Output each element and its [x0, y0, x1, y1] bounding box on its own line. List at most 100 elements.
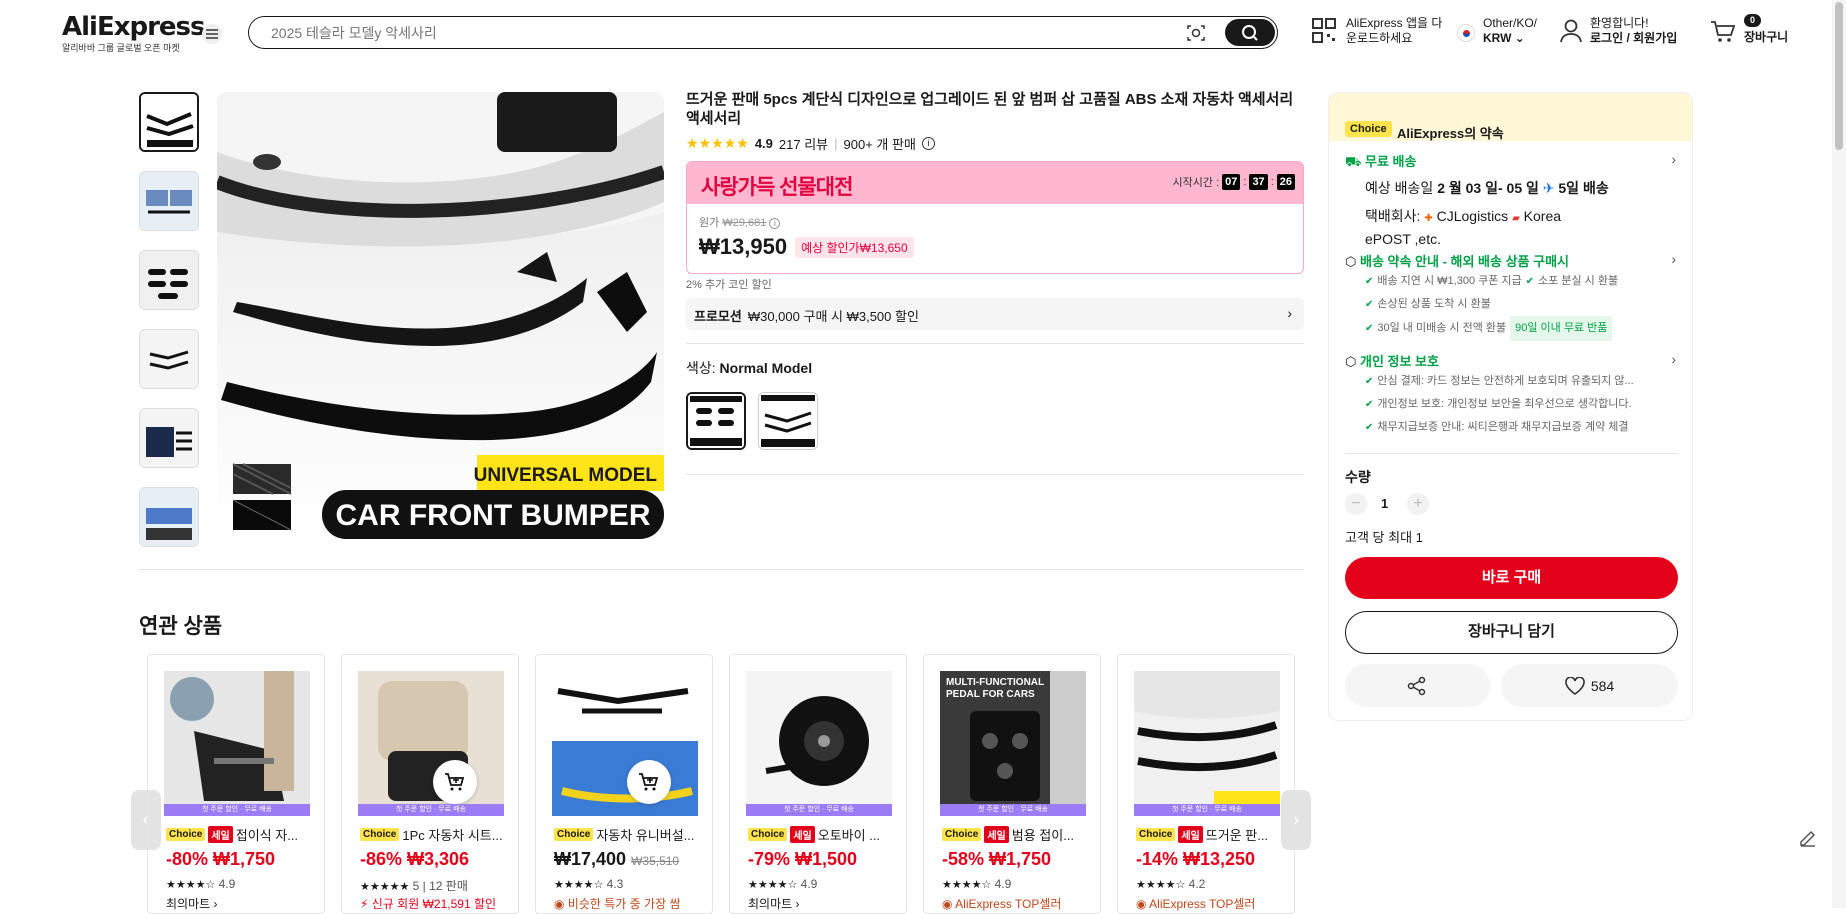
- camera-search-icon[interactable]: [1185, 22, 1207, 44]
- color-value: Normal Model: [719, 360, 813, 376]
- buy-now-button[interactable]: 바로 구매: [1345, 557, 1678, 599]
- product-rating: ★★★★☆ 4.3: [554, 877, 624, 891]
- product-title: 뜨거운 판매 5pcs 계단식 디자인으로 업그레이드 된 앞 범퍼 삽 고품질…: [686, 91, 1294, 127]
- product-card[interactable]: 첫 주문 할인 · 무료 배송 Choice 세일 오토바이 ... -79% ₩1…: [729, 654, 907, 914]
- original-price: ₩29,681: [722, 217, 767, 229]
- add-to-cart-icon[interactable]: [627, 760, 671, 804]
- thumbnail-list: [139, 92, 201, 566]
- app-download[interactable]: AliExpress 앱을 다 운로드하세요: [1312, 16, 1442, 46]
- privacy-section[interactable]: ⬡ 개인 정보 보호 › ✔ 안심 결제: 카드 정보는 안전하게 보호되며 유출…: [1345, 351, 1680, 439]
- qr-code-icon: [1312, 18, 1336, 43]
- header: AliExpress 알리바바 그룹 글로벌 오픈 마켓 AliExpress …: [0, 0, 1846, 64]
- timer-label: 시작시간 :: [1172, 177, 1220, 189]
- privacy-item: ✔ 안심 결제: 카드 정보는 안전하게 보호되며 유출되지 않...: [1365, 375, 1634, 387]
- share-button[interactable]: [1345, 664, 1490, 707]
- image-text-bottom: CAR FRONT BUMPER: [336, 499, 651, 532]
- product-card[interactable]: 첫 주문 할인 · 무료 배송 Choice 세일 접이식 자... -80% ₩1…: [147, 654, 325, 914]
- region-selector[interactable]: Other/KO/ KRW ⌄: [1457, 16, 1537, 46]
- promo-banner: 사랑가득 선물대전 시작시간 : 07: 37: 26: [687, 162, 1303, 204]
- edit-icon[interactable]: [1797, 826, 1819, 848]
- variant-option-2[interactable]: [758, 392, 818, 450]
- truck-icon: ⛟: [1345, 154, 1362, 169]
- guarantee-item: ✔ 배송 지연 시 ₩1,300 쿠폰 지급 ✔ 소포 분실 시 환불: [1365, 275, 1619, 287]
- product-title: Choice 세일 접이식 자...: [166, 825, 316, 844]
- cart[interactable]: 0 장바구니: [1710, 14, 1788, 45]
- product-price: -80% ₩1,750: [166, 849, 276, 869]
- related-products-title: 연관 상품: [139, 615, 223, 638]
- timer-seconds: 26: [1276, 174, 1295, 190]
- aliexpress-logo[interactable]: AliExpress 알리바바 그룹 글로벌 오픈 마켓: [62, 12, 205, 54]
- product-extra: 최의마트 ›: [166, 897, 218, 911]
- quantity-value[interactable]: 1: [1381, 496, 1388, 511]
- wishlist-button[interactable]: 584: [1501, 664, 1678, 707]
- rating-value: 4.9: [754, 136, 773, 151]
- product-price: -86% ₩3,306: [360, 849, 470, 869]
- divider: [139, 569, 1304, 570]
- delivery-guarantee-section[interactable]: ⬡ 배송 약속 안내 - 해외 배송 상품 구매시 › ✔ 배송 지연 시 ₩1,…: [1345, 251, 1680, 341]
- thumbnail[interactable]: [139, 487, 199, 547]
- product-extra: ⚡ 신규 회원 ₩21,591 할인: [360, 897, 497, 911]
- product-card[interactable]: 첫 주문 할인 · 무료 배송 Choice 세일 뜨거운 판... -14% ₩1…: [1117, 654, 1295, 914]
- variant-option-1[interactable]: [686, 392, 746, 450]
- privacy-item: ✔ 개인정보 보호: 개인정보 보안을 최우선으로 생각합니다.: [1365, 398, 1632, 410]
- privacy-item: ✔ 채무지급보증 안내: 씨티은행과 채무지급보증 계약 체결: [1365, 421, 1629, 433]
- promise-header: Choice AliExpress의 약속: [1329, 93, 1692, 141]
- account[interactable]: 환영합니다! 로그인 / 회원가입: [1558, 16, 1677, 46]
- quantity-increase-button[interactable]: +: [1407, 493, 1429, 515]
- original-price-row: 원가 ₩29,681 i: [699, 214, 1291, 230]
- shipping-section[interactable]: ⛟ 무료 배송 › 예상 배송일 2 월 03 일- 05 일 ✈ 5일 배송 …: [1345, 151, 1680, 249]
- scrollbar[interactable]: [1832, 0, 1846, 908]
- thumbnail[interactable]: [139, 171, 199, 231]
- promotion-label: 프로모션: [694, 309, 742, 324]
- main-product-image[interactable]: UNIVERSAL MODEL CAR FRONT BUMPER: [217, 92, 664, 539]
- delivery-estimate: 예상 배송일 2 월 03 일- 05 일 ✈ 5일 배송: [1365, 180, 1609, 196]
- product-card[interactable]: Choice 자동차 유니버설... ₩17,400 ₩35,510 ★★★★☆ …: [535, 654, 713, 914]
- menu-icon[interactable]: [202, 24, 222, 44]
- info-icon: i: [769, 218, 781, 229]
- image-caption: MULTI-FUNCTIONAL PEDAL FOR CARS: [946, 677, 1045, 700]
- guarantee-item: ✔ 손상된 상품 도착 시 환불: [1365, 298, 1491, 310]
- chevron-right-icon: ›: [1671, 351, 1676, 367]
- chevron-right-icon: ›: [1671, 251, 1676, 267]
- promo-timer: 시작시간 : 07: 37: 26: [1173, 174, 1295, 190]
- region-line1: Other/KO/: [1483, 16, 1538, 30]
- product-rating: ★★★★☆ 4.2: [1136, 877, 1206, 891]
- scrollbar-thumb[interactable]: [1835, 2, 1843, 150]
- add-to-cart-button[interactable]: 장바구니 담기: [1345, 611, 1678, 654]
- choice-badge: Choice: [1345, 121, 1392, 137]
- user-icon: [1560, 19, 1582, 43]
- app-line2: 운로드하세요: [1346, 31, 1413, 45]
- thumbnail[interactable]: [139, 250, 199, 310]
- search-input[interactable]: [271, 23, 1151, 43]
- search-button[interactable]: [1225, 19, 1275, 46]
- product-image: [164, 671, 310, 816]
- courier-info: 택배회사: ✚ CJLogistics ▰ Korea ePOST ,etc.: [1365, 208, 1562, 247]
- promotion-row[interactable]: 프로모션 ₩30,000 구매 시 ₩3,500 할인 ›: [686, 298, 1304, 330]
- cart-count: 0: [1744, 14, 1762, 27]
- thumbnail[interactable]: [139, 329, 199, 389]
- product-title: Choice 1Pc 자동차 시트...: [360, 825, 510, 844]
- product-rating: ★★★★☆ 4.9: [942, 877, 1012, 891]
- product-price: -79% ₩1,500: [748, 849, 858, 869]
- thumbnail[interactable]: [139, 92, 199, 152]
- cart-icon: [1711, 21, 1736, 42]
- rating-row: ★★★★★ 4.9 217 리뷰 | 900+ 개 판매 i: [686, 134, 935, 153]
- add-to-cart-icon[interactable]: [433, 760, 477, 804]
- product-extra: ◉ AliExpress TOP셀러: [1136, 897, 1256, 911]
- product-card[interactable]: 첫 주문 할인 · 무료 배송 Choice 1Pc 자동차 시트... -86%…: [341, 654, 519, 914]
- product-rating: ★★★★★ 5 | 12 판매: [360, 879, 468, 893]
- shield-icon: ⬡: [1345, 254, 1357, 269]
- promise-title: AliExpress의 약속: [1397, 126, 1504, 141]
- thumbnail[interactable]: [139, 408, 199, 468]
- product-price: -14% ₩13,250: [1136, 849, 1256, 869]
- privacy-title: 개인 정보 보호: [1359, 354, 1439, 369]
- quantity-decrease-button[interactable]: −: [1345, 493, 1367, 515]
- product-card[interactable]: MULTI-FUNCTIONAL PEDAL FOR CARS 첫 주문 할인 ·…: [923, 654, 1101, 914]
- review-count[interactable]: 217 리뷰: [779, 134, 828, 153]
- promo-banner: 첫 주문 할인 · 무료 배송: [940, 804, 1086, 816]
- product-price: -58% ₩1,750: [942, 849, 1052, 869]
- quantity-label: 수량: [1345, 469, 1371, 485]
- product-title: Choice 세일 뜨거운 판...: [1136, 825, 1286, 844]
- coin-discount: 2% 추가 코인 할인: [686, 279, 772, 291]
- info-icon[interactable]: i: [921, 137, 935, 150]
